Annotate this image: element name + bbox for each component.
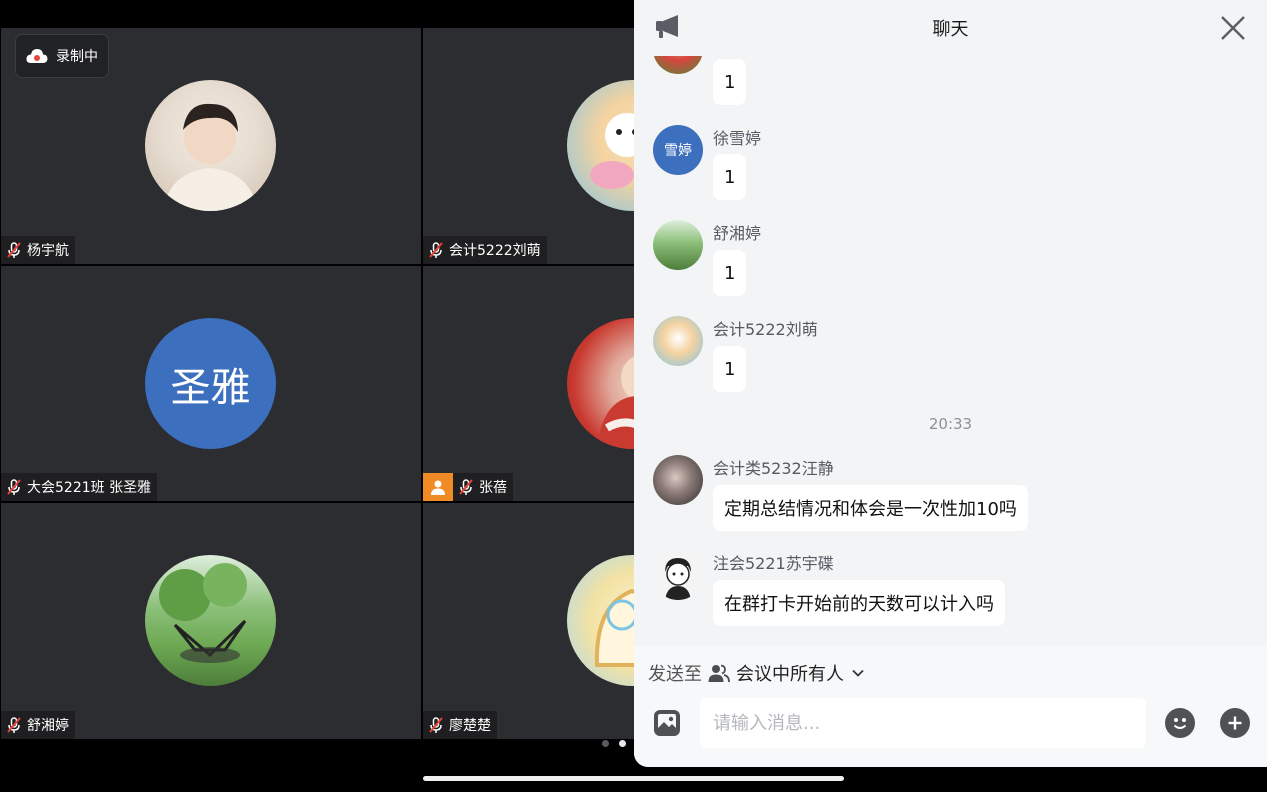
input-row [634, 698, 1267, 748]
sender-avatar [653, 220, 703, 270]
group-icon [708, 664, 730, 683]
muted-mic-icon [5, 716, 23, 734]
image-icon[interactable] [652, 708, 682, 738]
sender-name: 注会5221苏宇碟 [713, 554, 834, 573]
chevron-down-icon [852, 669, 864, 677]
message-input[interactable] [700, 698, 1146, 748]
participant-name-tag: 杨宇航 [1, 236, 75, 264]
sender-avatar [653, 550, 703, 600]
sender-avatar [653, 455, 703, 505]
participant-avatar [145, 555, 276, 686]
sender-avatar: 雪婷 [653, 125, 703, 175]
participant-name-tag: 廖楚楚 [423, 711, 497, 739]
home-indicator[interactable] [423, 776, 844, 781]
video-tile[interactable]: 圣雅 大会5221班 张圣雅 [1, 266, 421, 501]
video-tile[interactable]: 会计5222刘萌 [423, 28, 634, 264]
participant-name-tag: 大会5221班 张圣雅 [1, 473, 158, 501]
muted-mic-icon [457, 478, 475, 496]
message-bubble[interactable]: 在群打卡开始前的天数可以计入吗 [713, 580, 1005, 626]
sender-name: 徐雪婷 [713, 129, 762, 148]
participant-name: 大会5221班 张圣雅 [27, 480, 152, 496]
recipient-selector[interactable]: 发送至 会议中所有人 [648, 660, 866, 686]
send-to-target: 会议中所有人 [736, 664, 844, 685]
participant-avatar: 圣雅 [145, 318, 276, 449]
chat-composer: 发送至 会议中所有人 [634, 646, 1267, 767]
message-bubble[interactable]: 定期总结情况和体会是一次性加10吗 [713, 485, 1028, 531]
video-tile[interactable]: 张蓓 [423, 266, 634, 501]
cloud-record-icon [26, 49, 48, 63]
participant-name-tag: 张蓓 [453, 473, 513, 501]
sender-name: 舒湘婷 [713, 224, 762, 243]
megaphone-icon[interactable] [654, 12, 684, 47]
chat-panel: 聊天 1 雪婷 徐雪婷 1 舒湘婷 1 会计5222刘萌 1 20:33 会计类… [634, 0, 1267, 767]
recording-label: 录制中 [56, 49, 98, 65]
time-divider: 20:33 [928, 415, 973, 433]
participant-name: 会计5222刘萌 [449, 243, 541, 259]
page-dot[interactable] [602, 740, 609, 747]
recording-badge[interactable]: 录制中 [15, 34, 109, 78]
send-to-label: 发送至 [648, 664, 702, 685]
emoji-icon[interactable] [1165, 708, 1195, 738]
participant-avatar [567, 80, 634, 211]
participant-name: 舒湘婷 [27, 718, 69, 734]
participant-name: 张蓓 [479, 480, 507, 496]
page-dot-active[interactable] [619, 740, 626, 747]
message-list[interactable]: 1 雪婷 徐雪婷 1 舒湘婷 1 会计5222刘萌 1 20:33 会计类523… [634, 56, 1267, 646]
message-bubble[interactable]: 1 [713, 59, 747, 105]
participant-name: 廖楚楚 [449, 718, 491, 734]
page-indicator[interactable] [602, 740, 626, 747]
message-bubble[interactable]: 1 [713, 346, 747, 392]
participant-name-tag: 舒湘婷 [1, 711, 75, 739]
meeting-screen: 杨宇航 会计5222刘萌 圣雅 大会5221班 张圣雅 张蓓 舒湘婷 廖楚楚 录… [0, 0, 1267, 792]
sender-name: 会计5222刘萌 [713, 320, 818, 339]
muted-mic-icon [5, 241, 23, 259]
person-icon [431, 480, 445, 495]
plus-icon[interactable] [1220, 708, 1250, 738]
video-tile[interactable]: 舒湘婷 [1, 503, 421, 739]
muted-mic-icon [5, 478, 23, 496]
sender-avatar [653, 316, 703, 366]
muted-mic-icon [427, 241, 445, 259]
muted-mic-icon [427, 716, 445, 734]
participant-avatar [145, 80, 276, 211]
sender-avatar [653, 56, 703, 74]
video-tile[interactable]: 廖楚楚 [423, 503, 634, 739]
participant-name: 杨宇航 [27, 243, 69, 259]
message-bubble[interactable]: 1 [713, 154, 747, 200]
message-bubble[interactable]: 1 [713, 250, 747, 296]
host-badge [423, 473, 453, 501]
participant-name-tag: 会计5222刘萌 [423, 236, 547, 264]
close-icon[interactable] [1219, 14, 1247, 47]
sender-name: 会计类5232汪静 [713, 459, 834, 478]
chat-header: 聊天 [634, 0, 1267, 56]
participant-avatar [567, 318, 634, 449]
participant-avatar [567, 555, 634, 686]
chat-title: 聊天 [932, 19, 969, 40]
